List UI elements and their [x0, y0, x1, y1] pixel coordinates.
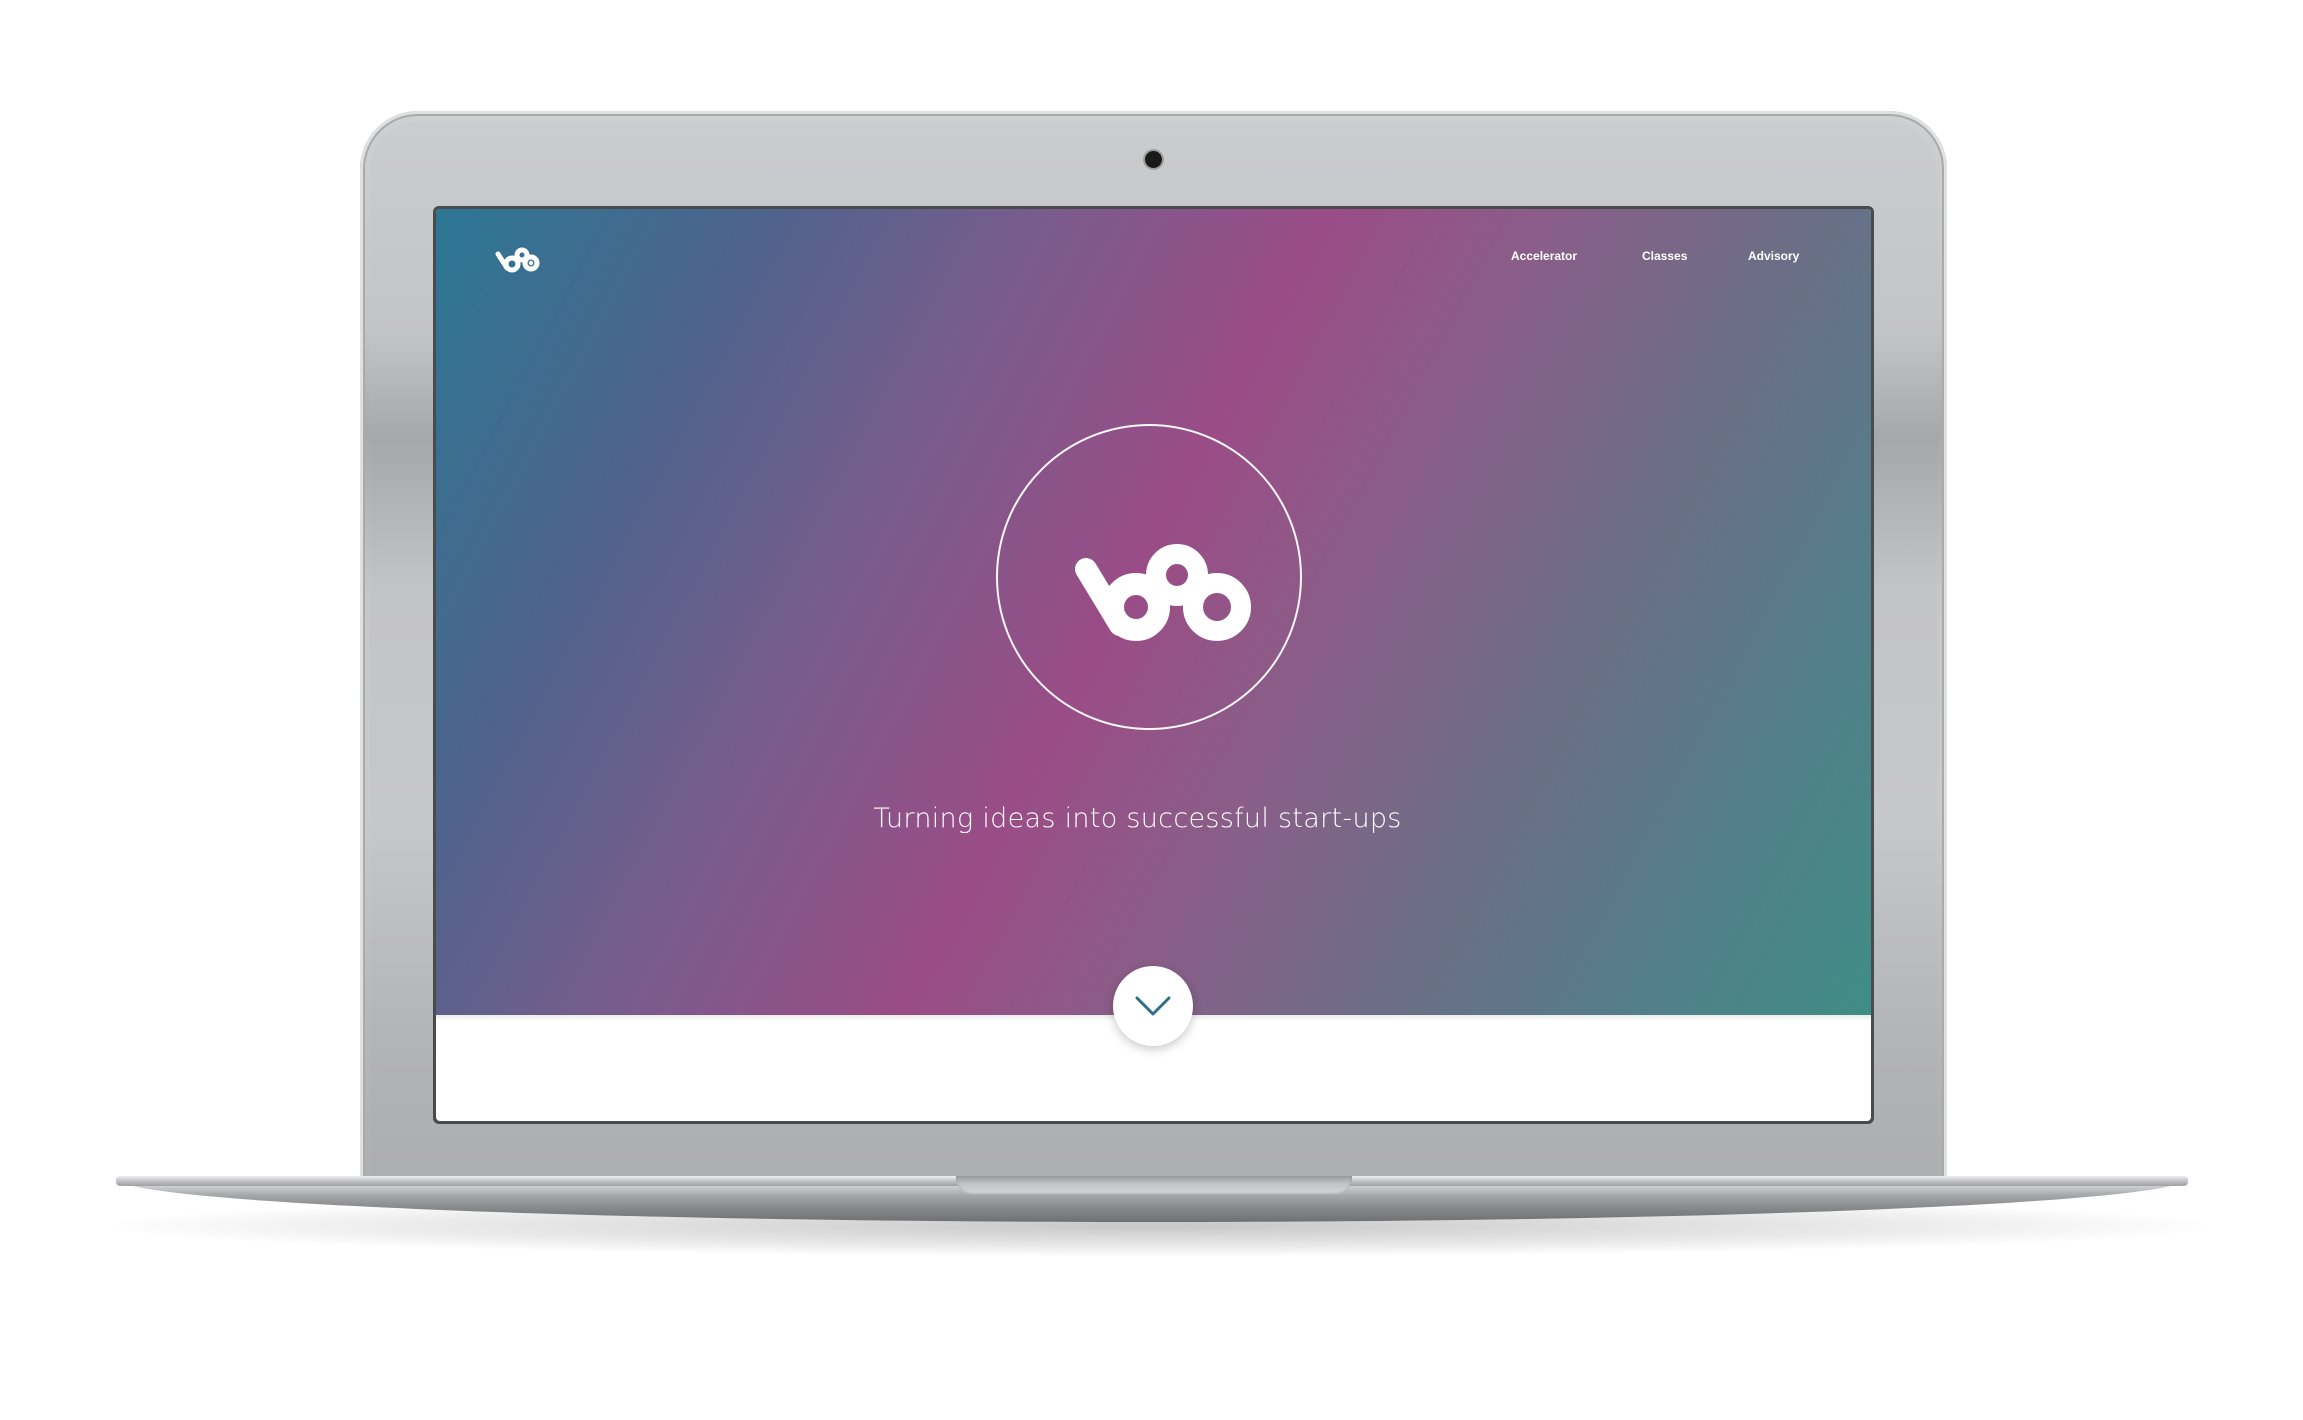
laptop-mockup: Accelerator Classes Advisory Turning ide… [0, 0, 2303, 1420]
hero-section: Accelerator Classes Advisory Turning ide… [436, 209, 1871, 1015]
chevron-down-icon [1135, 996, 1171, 1016]
camera-icon [1145, 151, 1162, 168]
scroll-down-button[interactable] [1113, 966, 1193, 1046]
hero-tagline: Turning ideas into successful start-ups [873, 803, 1402, 834]
website-screen: Accelerator Classes Advisory Turning ide… [436, 209, 1871, 1121]
brand-emblem-icon [1075, 544, 1251, 641]
nav-item-accelerator[interactable]: Accelerator [1511, 249, 1577, 263]
nav-item-classes[interactable]: Classes [1642, 249, 1687, 263]
nav-item-advisory[interactable]: Advisory [1748, 249, 1799, 263]
main-nav: Accelerator Classes Advisory [436, 249, 1871, 269]
laptop-hinge-notch [956, 1176, 1352, 1194]
